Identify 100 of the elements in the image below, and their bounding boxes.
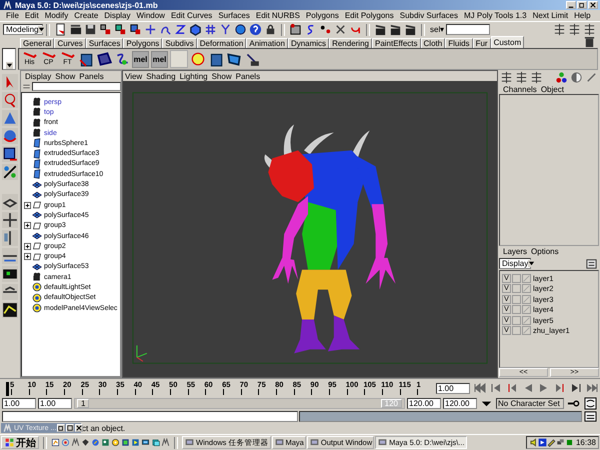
grid-select-icon[interactable] (289, 23, 302, 36)
grid-icon[interactable] (204, 23, 217, 36)
preferences-icon[interactable] (584, 397, 597, 410)
panel-menu-item[interactable]: Layers (501, 246, 530, 256)
folder-stack-icon[interactable] (151, 438, 160, 447)
shelf-menu-button[interactable] (2, 48, 16, 70)
stacked-layout-icon[interactable] (2, 248, 18, 264)
menu-item[interactable]: Edit Curves (168, 11, 216, 20)
clapperboard-icon[interactable] (389, 23, 402, 36)
y-shape-icon[interactable] (219, 23, 232, 36)
mel-script-button[interactable]: mel (151, 50, 168, 68)
menu-item[interactable]: Subdiv Surfaces (396, 11, 462, 20)
hypershade-layout-icon[interactable] (2, 266, 18, 282)
menu-item[interactable]: Edit Polygons (342, 11, 397, 20)
panel-menu-item[interactable]: Lighting (178, 72, 210, 80)
clapperboard-icon[interactable] (374, 23, 387, 36)
menu-item[interactable]: Edit (22, 11, 42, 20)
command-line-field[interactable] (2, 411, 298, 422)
four-view-layout-icon[interactable] (2, 212, 18, 228)
expand-icon[interactable] (24, 242, 30, 250)
brush-icon[interactable] (244, 51, 260, 67)
clapper-icon[interactable] (69, 23, 82, 36)
gem-icon[interactable] (81, 438, 90, 447)
panel-menu-item[interactable]: View (123, 72, 144, 80)
script-editor-icon[interactable] (584, 410, 597, 423)
side-by-side-layout-icon[interactable] (2, 230, 18, 246)
sphere-icon[interactable] (234, 23, 247, 36)
select-object-icon[interactable] (114, 23, 127, 36)
target-icon[interactable] (190, 51, 206, 67)
shelf-tab[interactable]: Custom (490, 36, 524, 48)
s-curve-icon[interactable] (174, 23, 187, 36)
expand-icon[interactable] (24, 202, 30, 209)
playback-end-field[interactable]: 120.00 (407, 398, 441, 409)
character-set-menu[interactable]: No Character Set (496, 398, 564, 409)
picture-icon[interactable] (101, 438, 110, 447)
speaker-icon[interactable] (528, 438, 538, 447)
restore-button[interactable] (57, 424, 66, 432)
lock-icon[interactable] (264, 23, 277, 36)
clapperboard-icon[interactable] (404, 23, 417, 36)
menu-item[interactable]: Surfaces (215, 11, 253, 20)
m-logo-icon[interactable] (71, 438, 80, 447)
go-to-start-button[interactable] (473, 381, 487, 395)
start-button[interactable]: 开始 (1, 436, 39, 449)
panel-menu-item[interactable]: Panels (234, 72, 262, 80)
menu-item[interactable]: Polygons (302, 11, 342, 20)
curve-select-icon[interactable] (114, 51, 130, 67)
new-file-icon[interactable] (54, 23, 67, 36)
playback-start-field[interactable]: 1.00 (38, 398, 72, 409)
new-layer-icon[interactable] (585, 256, 598, 270)
graph-layout-icon[interactable] (2, 302, 18, 318)
monitor-icon[interactable] (141, 438, 150, 447)
channel-list-icon[interactable] (500, 70, 513, 84)
selection-field[interactable] (446, 24, 490, 35)
panel-menu-item[interactable]: Channels (501, 84, 539, 94)
restore-button[interactable] (577, 1, 587, 9)
mesh-icon[interactable] (96, 51, 112, 67)
floppy-icon[interactable] (84, 23, 97, 36)
current-frame-field[interactable]: 1.00 (436, 382, 470, 394)
menu-item[interactable]: Modify (42, 11, 72, 20)
menu-item[interactable]: Display (101, 11, 134, 20)
attribute-list-icon[interactable] (515, 70, 528, 84)
expand-icon[interactable] (24, 222, 30, 230)
current-time-marker[interactable] (6, 382, 9, 396)
selection-mode-label[interactable]: sel▾ (430, 25, 444, 34)
attribute-list-icon[interactable] (568, 23, 581, 36)
pencil-icon[interactable] (546, 438, 556, 447)
dots-icon[interactable] (319, 23, 332, 36)
m-logo-icon[interactable] (161, 438, 170, 447)
filter-field[interactable] (32, 82, 121, 91)
channel-list-icon[interactable] (553, 23, 566, 36)
filter-arrows-icon[interactable] (22, 82, 31, 91)
minimize-button[interactable] (566, 1, 576, 9)
close-button[interactable] (75, 424, 84, 432)
menu-item[interactable]: MJ Poly Tools 1.3 (461, 11, 530, 20)
manipulator-icon[interactable] (2, 164, 18, 180)
menu-item[interactable]: Help (571, 11, 594, 20)
square-icon[interactable] (564, 438, 574, 447)
menu-item[interactable]: Edit NURBS (252, 11, 303, 20)
chart-window-icon[interactable] (51, 438, 60, 447)
panel-menu-item[interactable]: Object (538, 84, 566, 94)
command-result-field[interactable] (299, 411, 582, 422)
range-slider[interactable]: 1 120 (75, 399, 404, 408)
pencil-icon[interactable] (585, 70, 598, 84)
panel-icon[interactable] (226, 51, 242, 67)
single-view-layout-icon[interactable] (2, 194, 18, 210)
panel-menu-item[interactable]: Display (23, 72, 54, 80)
menu-item[interactable]: Next Limit (530, 11, 572, 20)
select-hierarchy-icon[interactable] (99, 23, 112, 36)
panel-menu-item[interactable]: Shading (144, 72, 178, 80)
scale-icon[interactable] (2, 146, 18, 162)
cube-icon[interactable] (189, 23, 202, 36)
maximize-button[interactable] (66, 424, 74, 432)
go-to-end-button[interactable] (585, 381, 599, 395)
plus-icon[interactable] (144, 23, 157, 36)
end-time-field[interactable]: 120.00 (443, 398, 477, 409)
panel-menu-item[interactable]: Options (529, 246, 561, 256)
panel-menu-item[interactable]: Show (210, 72, 234, 80)
panel-menu-item[interactable]: Panels (77, 72, 106, 80)
mode-dropdown[interactable]: Modeling (3, 24, 43, 35)
color-axes-icon[interactable] (555, 70, 568, 84)
